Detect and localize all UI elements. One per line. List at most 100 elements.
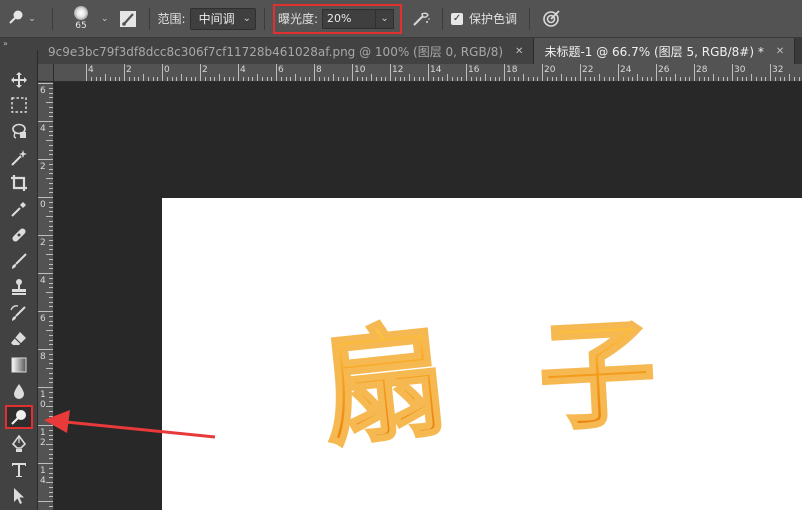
ruler-tick <box>409 74 410 81</box>
ruler-tick <box>637 74 638 81</box>
ruler-tick <box>133 77 135 81</box>
tab-label: 未标题-1 @ 66.7% (图层 5, RGB/8#) * <box>544 44 764 59</box>
ruler-label: 30 <box>734 65 746 75</box>
quick-select-tool[interactable] <box>5 146 33 170</box>
ruler-tick <box>399 77 401 81</box>
close-icon[interactable]: ✕ <box>515 46 523 57</box>
ruler-tick <box>280 77 282 81</box>
eraser-tool[interactable] <box>5 327 33 351</box>
pen-tool[interactable] <box>5 432 33 456</box>
stamp-icon <box>12 279 26 295</box>
ruler-tick <box>49 353 53 355</box>
protect-tones-checkbox[interactable]: ✓ 保护色调 <box>451 10 521 27</box>
ruler-tick <box>508 77 510 81</box>
brush-settings-button[interactable] <box>115 6 141 32</box>
airbrush-button[interactable] <box>408 6 434 32</box>
ruler-tick <box>49 182 53 184</box>
document-canvas[interactable]: 扇 子 <box>162 198 802 510</box>
ruler-tick <box>527 77 529 81</box>
ruler-tick <box>190 77 192 81</box>
ruler-tick <box>49 420 53 422</box>
history-brush-icon <box>10 305 26 321</box>
ruler-tick <box>166 77 168 81</box>
dodge-tool-icon <box>8 9 24 28</box>
ruler-tick <box>722 77 724 81</box>
ruler-tick <box>480 77 482 81</box>
healing-tool[interactable] <box>5 223 33 247</box>
range-select[interactable]: 中间调 ⌄ <box>189 7 256 30</box>
ruler-tick <box>314 64 315 81</box>
pressure-size-button[interactable] <box>538 6 564 32</box>
ruler-tick <box>442 77 444 81</box>
ruler-tick <box>404 77 406 81</box>
brush-tool[interactable] <box>5 249 33 273</box>
move-tool[interactable] <box>5 68 33 92</box>
ruler-tick <box>679 77 681 81</box>
horizontal-ruler[interactable]: 4 2 0 2 4 6 8 10 12 14 16 18 20 22 24 26 28 30 32 <box>54 64 802 82</box>
marquee-tool[interactable] <box>5 93 33 117</box>
ruler-tick <box>423 77 425 81</box>
history-brush-tool[interactable] <box>5 301 33 325</box>
exposure-slider-button[interactable]: ⌄ <box>376 8 395 29</box>
ruler-tick <box>49 391 53 393</box>
brush-preset-picker[interactable]: 65 <box>61 2 101 36</box>
crop-tool[interactable] <box>5 171 33 195</box>
range-label: 范围: <box>157 12 186 26</box>
ruler-tick <box>751 74 752 81</box>
clone-stamp-tool[interactable] <box>5 275 33 299</box>
ruler-label: 2 <box>40 238 46 248</box>
ruler-tick <box>195 77 197 81</box>
ruler-tick <box>456 77 458 81</box>
ruler-label: 28 <box>696 65 708 75</box>
ruler-tick <box>38 311 53 312</box>
ruler-tick <box>333 74 334 81</box>
ruler-tick <box>504 64 505 81</box>
ruler-label: 2 <box>202 65 208 75</box>
toolbar-collapse[interactable]: » <box>0 38 38 50</box>
ruler-tick <box>779 77 781 81</box>
ruler-tick <box>49 334 53 336</box>
ruler-origin[interactable] <box>38 64 54 82</box>
ruler-tick <box>119 77 121 81</box>
type-tool[interactable] <box>5 458 33 482</box>
ruler-tick <box>138 77 140 81</box>
blur-tool[interactable] <box>5 379 33 403</box>
ruler-tick <box>646 77 648 81</box>
tool-preset-picker[interactable]: ⌄ <box>0 4 44 34</box>
vertical-ruler[interactable]: 6 4 2 0 2 4 6 8 10 12 14 <box>38 82 54 510</box>
ruler-tick <box>485 74 486 81</box>
ruler-tick <box>49 263 53 265</box>
ruler-tick <box>599 74 600 81</box>
tab-label: 9c9e3bc79f3df8dcc8c306f7cf11728b461028af… <box>48 44 504 59</box>
airbrush-icon <box>413 12 430 26</box>
lasso-tool[interactable] <box>5 119 33 143</box>
ruler-tick <box>228 77 230 81</box>
eyedropper-tool[interactable] <box>5 197 33 221</box>
ruler-label: 32 <box>772 65 784 75</box>
ruler-tick <box>86 64 87 81</box>
ruler-tick <box>46 102 53 103</box>
ruler-tick <box>323 77 325 81</box>
ruler-tick <box>49 144 53 146</box>
ruler-tick <box>594 77 596 81</box>
ruler-tick <box>233 77 235 81</box>
dodge-icon <box>11 410 26 425</box>
exposure-input[interactable]: 20% <box>322 8 377 29</box>
tab-document-1[interactable]: 9c9e3bc79f3df8dcc8c306f7cf11728b461028af… <box>38 38 535 64</box>
ruler-tick <box>223 77 225 81</box>
ruler-tick <box>49 477 53 479</box>
ruler-tick <box>760 77 762 81</box>
gradient-tool[interactable] <box>5 353 33 377</box>
close-icon[interactable]: ✕ <box>776 46 784 57</box>
ruler-tick <box>49 163 53 165</box>
chevron-down-icon[interactable]: ⌄ <box>101 14 109 24</box>
artwork: 扇 子 <box>314 304 661 466</box>
ruler-tick <box>200 64 201 81</box>
path-select-tool[interactable] <box>5 484 33 508</box>
ruler-tick <box>632 77 634 81</box>
dodge-tool[interactable] <box>5 405 33 429</box>
ruler-tick <box>49 201 53 203</box>
tab-document-2[interactable]: 未标题-1 @ 66.7% (图层 5, RGB/8#) * ✕ <box>534 38 796 64</box>
ruler-label: 14 <box>40 466 46 486</box>
ruler-tick <box>613 77 615 81</box>
